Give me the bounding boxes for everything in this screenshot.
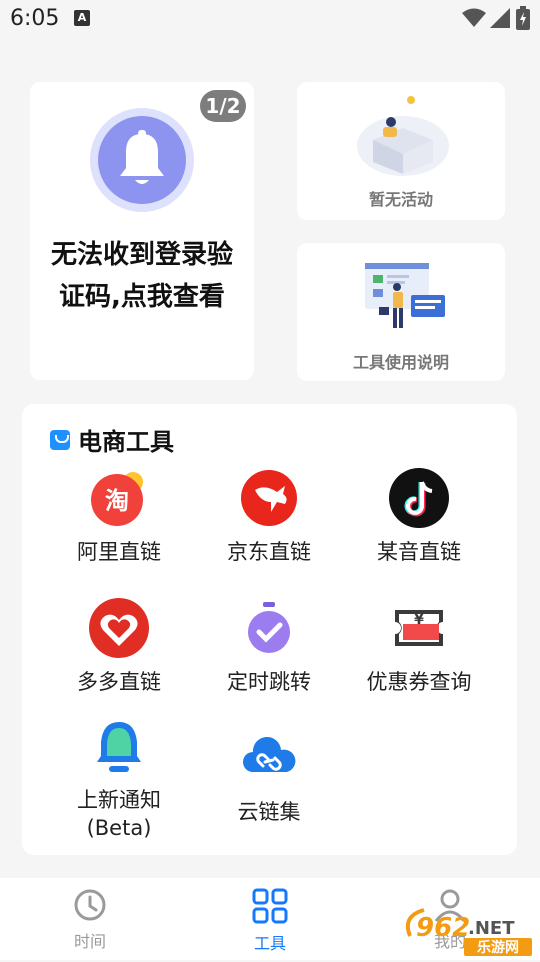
svg-text:¥: ¥ bbox=[414, 612, 424, 628]
tool-timer-jump[interactable]: 定时跳转 bbox=[194, 598, 344, 696]
tool-guide-card[interactable]: 工具使用说明 bbox=[297, 243, 505, 381]
tool-label: 上新通知 (Beta) bbox=[77, 788, 161, 840]
coupon-icon: ¥ bbox=[389, 598, 449, 658]
battery-icon bbox=[516, 6, 530, 30]
tab-tools[interactable]: 工具 bbox=[230, 888, 310, 954]
page-indicator-badge: 1/2 bbox=[200, 90, 246, 122]
tool-pdd-link[interactable]: 多多直链 bbox=[44, 598, 194, 696]
tool-douyin-link[interactable]: 某音直链 bbox=[344, 468, 494, 566]
signal-icon bbox=[490, 8, 510, 28]
notification-icon: A bbox=[74, 10, 90, 26]
empty-activity-illustration bbox=[357, 96, 449, 176]
status-time: 6:05 bbox=[10, 6, 60, 31]
tool-label: 京东直链 bbox=[227, 540, 311, 564]
tool-jd-link[interactable]: 京东直链 bbox=[194, 468, 344, 566]
activity-card[interactable]: 暂无活动 bbox=[297, 82, 505, 220]
verification-help-card[interactable]: 1/2 无法收到登录验 证码,点我查看 bbox=[30, 82, 254, 380]
wifi-icon bbox=[462, 8, 486, 27]
bell-icon bbox=[90, 108, 194, 212]
guide-illustration bbox=[365, 263, 445, 328]
tab-label: 工具 bbox=[253, 934, 286, 953]
watermark-logo: 962 .NET 乐游网 bbox=[402, 906, 536, 958]
svg-text:乐游网: 乐游网 bbox=[477, 939, 519, 956]
pinduoduo-icon bbox=[89, 598, 149, 658]
tool-label: 多多直链 bbox=[77, 670, 161, 694]
clock-icon bbox=[74, 889, 106, 921]
tool-ali-link[interactable]: 淘 阿里直链 bbox=[44, 468, 194, 566]
tab-time[interactable]: 时间 bbox=[50, 888, 130, 952]
tool-label: 某音直链 bbox=[377, 540, 461, 564]
taobao-icon: 淘 bbox=[89, 468, 149, 528]
tool-cloud-link[interactable]: 云链集 bbox=[194, 728, 344, 826]
tool-new-arrival-notify[interactable]: 上新通知 (Beta) bbox=[44, 716, 194, 842]
timer-icon bbox=[239, 598, 299, 658]
tool-label: 云链集 bbox=[237, 800, 301, 824]
activity-empty-label: 暂无活动 bbox=[368, 190, 433, 209]
ecommerce-header: 电商工具 bbox=[50, 422, 174, 457]
ecommerce-tools-section: 电商工具 淘 阿里直链 京东直链 某音直链 多多直链 定时跳转 ¥ 优惠券查询 … bbox=[22, 404, 517, 855]
verification-help-title: 无法收到登录验 证码,点我查看 bbox=[50, 240, 233, 312]
douyin-icon bbox=[389, 468, 449, 528]
grid-icon bbox=[252, 888, 288, 924]
svg-text:淘: 淘 bbox=[105, 487, 129, 515]
shopping-bag-icon bbox=[50, 429, 70, 450]
tab-label: 时间 bbox=[73, 932, 106, 951]
cloud-link-icon bbox=[239, 728, 299, 788]
svg-text:962: 962 bbox=[416, 913, 470, 943]
tool-label: 优惠券查询 bbox=[366, 670, 472, 694]
tool-coupon-query[interactable]: ¥ 优惠券查询 bbox=[344, 598, 494, 696]
tool-label: 定时跳转 bbox=[227, 670, 311, 694]
tool-label: 阿里直链 bbox=[77, 540, 161, 564]
jd-icon bbox=[239, 468, 299, 528]
svg-text:.NET: .NET bbox=[468, 918, 515, 939]
ecommerce-heading: 电商工具 bbox=[78, 428, 174, 456]
bell-notify-icon bbox=[89, 716, 149, 776]
tool-guide-label: 工具使用说明 bbox=[352, 353, 449, 372]
status-bar: 6:05 A bbox=[0, 0, 540, 38]
